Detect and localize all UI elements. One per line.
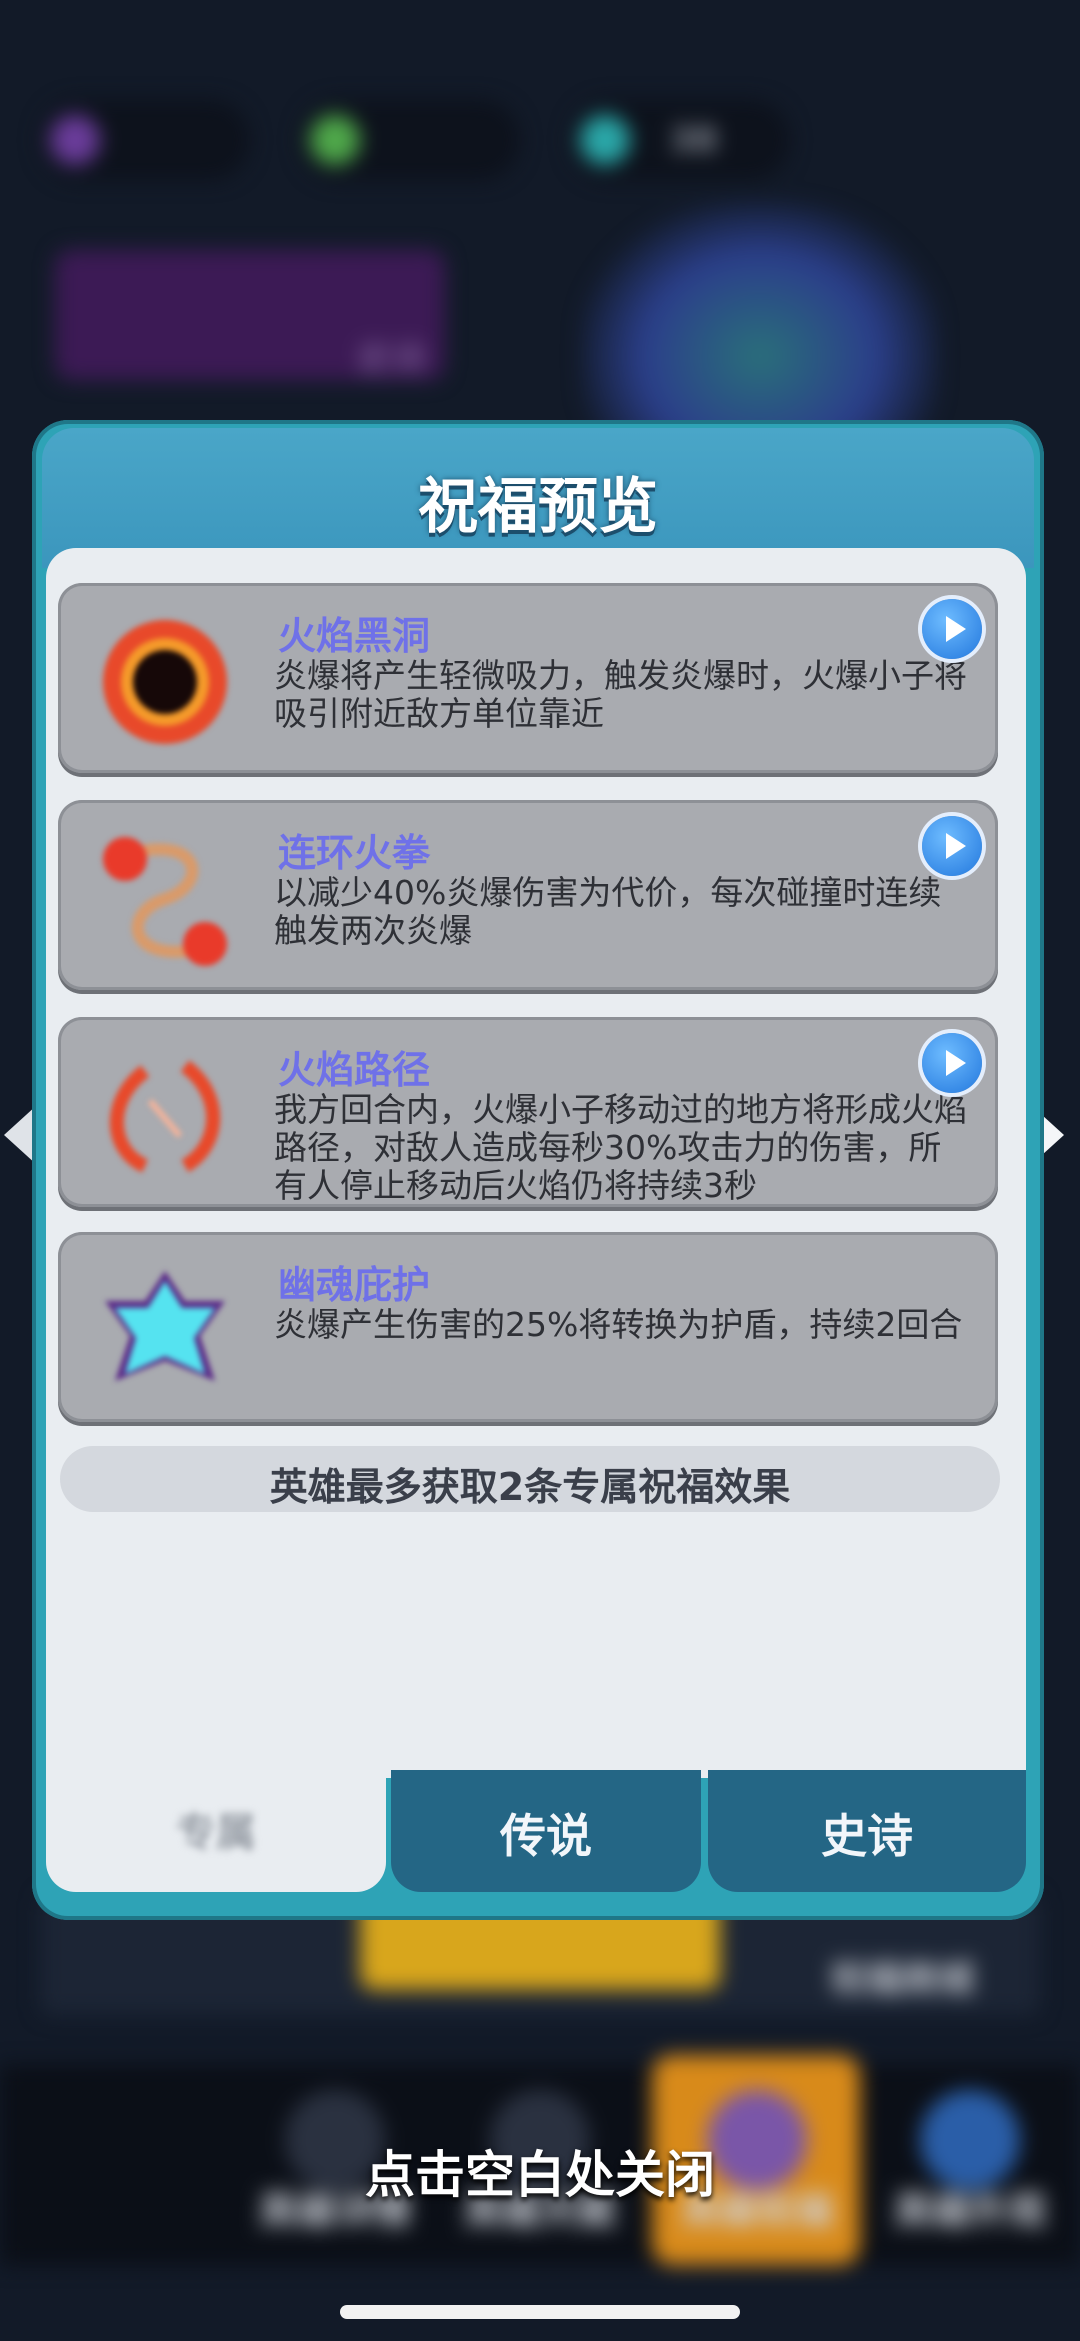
blessing-name: 火焰路径 bbox=[278, 1048, 431, 1092]
fire-fist-icon bbox=[103, 837, 227, 966]
resource-icon bbox=[310, 115, 360, 165]
blessing-name: 连环火拳 bbox=[278, 831, 431, 875]
resource-pill-3: 38 bbox=[570, 100, 790, 180]
rarity-tab-bar: 专属 传说 史诗 bbox=[46, 1770, 1026, 1902]
tab-label: 史诗 bbox=[821, 1809, 913, 1863]
blessing-description: 炎爆将产生轻微吸力，触发炎爆时，火爆小子将吸引附近敌方单位靠近 bbox=[274, 656, 967, 733]
modal-title: 祝福预览 bbox=[418, 472, 658, 542]
note-text: 英雄最多获取2条专属祝福效果 bbox=[269, 1465, 791, 1509]
gem-icon bbox=[580, 115, 630, 165]
blessing-card[interactable]: 火焰路径 我方回合内，火爆小子移动过的地方将形成火焰路径，对敌人造成每秒30%攻… bbox=[58, 1017, 998, 1207]
black-hole-icon bbox=[103, 620, 227, 744]
ghost-shield-icon bbox=[105, 1271, 225, 1381]
blessing-card[interactable]: 幽魂庇护 炎爆产生伤害的25%将转换为护盾，持续2回合 bbox=[58, 1232, 998, 1422]
resource-value: 38 bbox=[670, 120, 718, 160]
resource-pill-2 bbox=[300, 100, 520, 180]
blessing-description: 我方回合内，火爆小子移动过的地方将形成火焰路径，对敌人造成每秒30%攻击力的伤害… bbox=[274, 1090, 967, 1205]
resource-icon bbox=[50, 115, 100, 165]
resource-pill-1 bbox=[40, 100, 250, 180]
play-preview-icon[interactable] bbox=[922, 816, 982, 876]
tab-label: 传说 bbox=[500, 1809, 592, 1863]
tab-exclusive[interactable]: 专属 bbox=[46, 1770, 386, 1892]
play-preview-icon[interactable] bbox=[922, 599, 982, 659]
close-hint-text[interactable]: 点击空白处关闭 bbox=[0, 2135, 1080, 2207]
blessing-card[interactable]: 连环火拳 以减少40%炎爆伤害为代价，每次碰撞时连续触发两次炎爆 bbox=[58, 800, 998, 990]
blessing-name: 火焰黑洞 bbox=[278, 614, 431, 658]
hero-rarity: 史诗 bbox=[357, 339, 425, 379]
blessing-description: 炎爆产生伤害的25%将转换为护盾，持续2回合 bbox=[274, 1305, 963, 1344]
play-preview-icon[interactable] bbox=[922, 1033, 982, 1093]
blessing-description: 以减少40%炎爆伤害为代价，每次碰撞时连续触发两次炎爆 bbox=[274, 873, 942, 950]
blessing-limit-note: 英雄最多获取2条专属祝福效果 bbox=[60, 1446, 1000, 1512]
home-indicator[interactable] bbox=[340, 2305, 740, 2319]
fire-path-icon bbox=[109, 1060, 221, 1173]
tab-label: 专属 bbox=[176, 1810, 256, 1856]
tab-epic[interactable]: 史诗 bbox=[708, 1770, 1026, 1892]
hero-name-panel: 史诗 bbox=[55, 250, 445, 380]
tab-legendary[interactable]: 传说 bbox=[391, 1770, 701, 1892]
modal-header: 祝福预览 bbox=[42, 428, 1034, 568]
blessing-card[interactable]: 火焰黑洞 炎爆将产生轻微吸力，触发炎爆时，火爆小子将吸引附近敌方单位靠近 bbox=[58, 583, 998, 773]
blessing-shop-label: 祝福商城 bbox=[830, 1959, 975, 2000]
blessing-name: 幽魂庇护 bbox=[278, 1263, 431, 1307]
